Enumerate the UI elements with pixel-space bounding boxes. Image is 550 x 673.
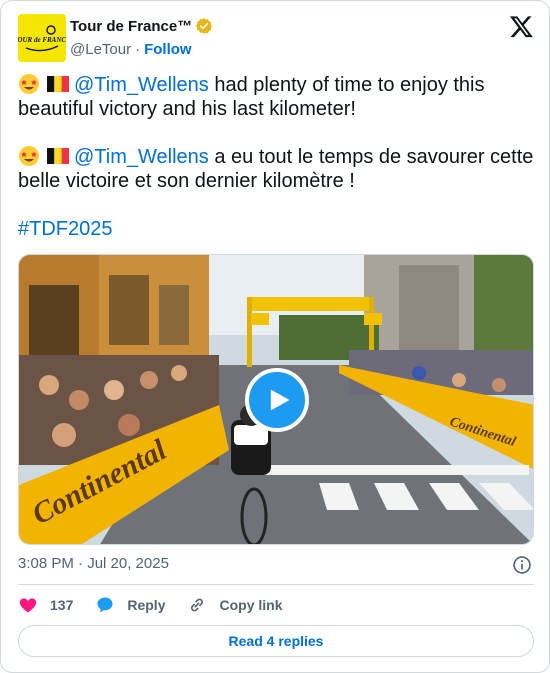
author-handle-row: @LeTour · Follow <box>70 39 192 59</box>
svg-text:TOUR de FRANCE: TOUR de FRANCE <box>18 36 66 44</box>
reply-label: Reply <box>127 597 166 613</box>
x-logo-icon[interactable] <box>509 14 534 39</box>
belgium-flag-icon <box>46 73 70 95</box>
follow-button[interactable]: Follow <box>144 41 192 58</box>
belgium-flag-icon <box>46 145 70 167</box>
verified-badge-icon <box>195 17 213 35</box>
reply-bubble-icon <box>97 597 113 613</box>
heart-icon <box>19 598 37 613</box>
author-name-row: Tour de France™ <box>70 16 213 36</box>
star-struck-emoji-icon <box>18 73 42 95</box>
tweet-paragraph-english: @Tim_Wellens had plenty of time to enjoy… <box>18 73 534 121</box>
mention-link[interactable]: @Tim_Wellens <box>74 74 209 96</box>
tweet-paragraph-french: @Tim_Wellens a eu tout le temps de savou… <box>18 145 534 193</box>
play-button[interactable] <box>245 368 309 432</box>
author-handle[interactable]: @LeTour <box>70 41 131 58</box>
tweet-text: @Tim_Wellens had plenty of time to enjoy… <box>18 73 534 241</box>
play-icon <box>270 389 290 411</box>
separator-dot: · <box>135 40 141 58</box>
hashtag-link[interactable]: #TDF2025 <box>18 218 113 240</box>
copy-link-label: Copy link <box>219 597 283 613</box>
avatar[interactable]: TOUR de FRANCE <box>18 14 66 62</box>
reply-button[interactable]: Reply <box>95 595 165 615</box>
star-struck-emoji-icon <box>18 145 42 167</box>
mention-link[interactable]: @Tim_Wellens <box>74 146 209 168</box>
tweet-paragraph-hashtag: #TDF2025 <box>18 217 534 241</box>
display-name[interactable]: Tour de France™ <box>70 18 192 35</box>
timestamp-link[interactable]: 3:08 PM · Jul 20, 2025 <box>18 555 169 572</box>
read-replies-button[interactable]: Read 4 replies <box>18 625 534 657</box>
divider <box>18 584 534 585</box>
tweet-card: TOUR de FRANCE Tour de France™ @LeTour ·… <box>0 0 550 673</box>
tour-de-france-logo: TOUR de FRANCE <box>18 14 66 62</box>
like-count: 137 <box>50 597 74 613</box>
like-button[interactable]: 137 <box>18 595 73 615</box>
video-media[interactable]: Continental Continental <box>18 254 534 545</box>
copy-link-button[interactable]: Copy link <box>187 595 283 615</box>
tweet-actions: 137 Reply Copy link <box>18 593 305 617</box>
info-icon[interactable] <box>512 555 532 575</box>
link-icon <box>191 598 204 612</box>
